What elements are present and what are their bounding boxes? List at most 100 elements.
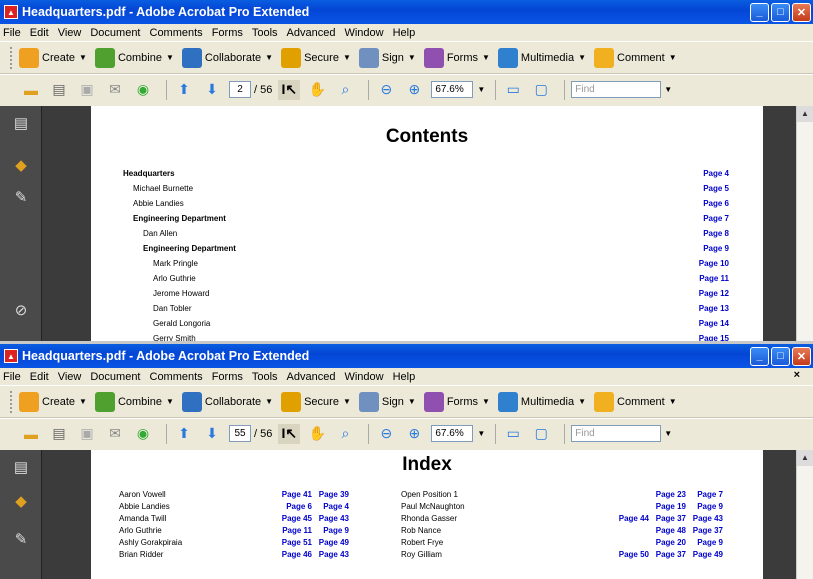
menu-comments[interactable]: Comments [150, 371, 203, 383]
folder-icon[interactable]: ▬ [20, 80, 42, 100]
index-page-link[interactable]: Page 49 [693, 550, 723, 559]
globe-icon[interactable]: ◉ [132, 424, 154, 444]
forms-button[interactable]: Forms ▼ [423, 47, 490, 68]
index-page-link[interactable]: Page 37 [656, 514, 686, 523]
arrow-down-icon[interactable]: ⬇ [201, 424, 223, 444]
comment-button[interactable]: Comment ▼ [594, 47, 677, 68]
index-page-link[interactable]: Page 11 [282, 526, 312, 535]
email-icon[interactable]: ✉ [104, 80, 126, 100]
index-page-link[interactable]: Page 6 [286, 502, 312, 511]
index-page-link[interactable]: Page 43 [319, 550, 349, 559]
index-page-link[interactable]: Page 48 [656, 526, 686, 535]
index-page-link[interactable]: Page 50 [619, 550, 649, 559]
toc-page-link[interactable]: Page 14 [699, 319, 729, 328]
index-page-link[interactable]: Page 19 [656, 502, 686, 511]
menu-tools[interactable]: Tools [252, 371, 278, 383]
secure-button[interactable]: Secure ▼ [281, 47, 351, 68]
pages-icon[interactable]: ▤ [11, 458, 31, 478]
close-button[interactable]: ✕ [792, 2, 811, 22]
index-page-link[interactable]: Page 20 [656, 538, 686, 547]
index-page-link[interactable]: Page 43 [693, 514, 723, 523]
secure-button[interactable]: Secure ▼ [281, 391, 351, 412]
maximize-button[interactable]: □ [771, 346, 790, 366]
print-icon[interactable]: ▤ [48, 80, 70, 100]
create-button[interactable]: Create ▼ [19, 47, 87, 68]
multimedia-button[interactable]: Multimedia ▼ [497, 391, 586, 412]
toc-page-link[interactable]: Page 13 [699, 304, 729, 313]
menu-file[interactable]: File [3, 27, 21, 39]
menu-window[interactable]: Window [344, 371, 383, 383]
folder-icon[interactable]: ▬ [20, 424, 42, 444]
zoom-out-icon[interactable]: ⊖ [375, 80, 397, 100]
index-page-link[interactable]: Page 51 [282, 538, 312, 547]
combine-button[interactable]: Combine ▼ [94, 47, 174, 68]
comments-icon[interactable]: ◆ [11, 492, 31, 512]
attachment-icon[interactable]: ⊘ [11, 301, 31, 321]
index-page-link[interactable]: Page 37 [693, 526, 723, 535]
find-input[interactable]: Find [571, 425, 662, 442]
index-page-link[interactable]: Page 9 [697, 538, 723, 547]
zoom-in-icon[interactable]: ⊕ [403, 424, 425, 444]
index-page-link[interactable]: Page 39 [319, 490, 349, 499]
sign-button[interactable]: Sign ▼ [358, 47, 416, 68]
comment-button[interactable]: Comment ▼ [594, 391, 677, 412]
toc-page-link[interactable]: Page 12 [699, 289, 729, 298]
fit-width-icon[interactable]: ▭ [502, 424, 524, 444]
chevron-down-icon[interactable]: ▼ [664, 429, 672, 438]
zoom-out-icon[interactable]: ⊖ [375, 424, 397, 444]
menu-advanced[interactable]: Advanced [287, 371, 336, 383]
print-icon[interactable]: ▤ [48, 424, 70, 444]
menu-document[interactable]: Document [90, 27, 140, 39]
signatures-icon[interactable]: ✎ [11, 530, 31, 550]
menu-document[interactable]: Document [90, 371, 140, 383]
chevron-down-icon[interactable]: ▼ [477, 429, 485, 438]
index-page-link[interactable]: Page 9 [323, 526, 349, 535]
toc-page-link[interactable]: Page 7 [703, 214, 729, 223]
save-icon[interactable]: ▣ [76, 80, 98, 100]
comments-icon[interactable]: ◆ [11, 156, 31, 176]
menu-tools[interactable]: Tools [252, 27, 278, 39]
toc-page-link[interactable]: Page 5 [703, 184, 729, 193]
zoom-icon[interactable]: ⌕ [334, 424, 356, 444]
vertical-scrollbar[interactable]: ▲ [796, 106, 813, 341]
collaborate-button[interactable]: Collaborate ▼ [181, 47, 273, 68]
index-page-link[interactable]: Page 37 [656, 550, 686, 559]
toc-page-link[interactable]: Page 15 [699, 334, 729, 341]
close-document-icon[interactable]: × [794, 369, 800, 381]
combine-button[interactable]: Combine ▼ [94, 391, 174, 412]
minimize-button[interactable]: _ [750, 346, 769, 366]
close-button[interactable]: ✕ [792, 346, 811, 366]
index-page-link[interactable]: Page 9 [697, 502, 723, 511]
arrow-down-icon[interactable]: ⬇ [201, 80, 223, 100]
index-page-link[interactable]: Page 46 [282, 550, 312, 559]
select-tool-icon[interactable]: I↖ [278, 423, 301, 444]
minimize-button[interactable]: _ [750, 2, 769, 22]
select-tool-icon[interactable]: I↖ [278, 79, 301, 100]
collaborate-button[interactable]: Collaborate ▼ [181, 391, 273, 412]
pages-icon[interactable]: ▤ [11, 114, 31, 134]
index-page-link[interactable]: Page 7 [697, 490, 723, 499]
menu-window[interactable]: Window [344, 27, 383, 39]
menu-forms[interactable]: Forms [212, 27, 243, 39]
menu-comments[interactable]: Comments [150, 27, 203, 39]
toc-page-link[interactable]: Page 4 [703, 169, 729, 178]
index-page-link[interactable]: Page 45 [282, 514, 312, 523]
signatures-icon[interactable]: ✎ [11, 188, 31, 208]
index-page-link[interactable]: Page 41 [282, 490, 312, 499]
chevron-down-icon[interactable]: ▼ [477, 85, 485, 94]
scroll-up-icon[interactable]: ▲ [797, 450, 813, 466]
sign-button[interactable]: Sign ▼ [358, 391, 416, 412]
menu-edit[interactable]: Edit [30, 27, 49, 39]
fit-width-icon[interactable]: ▭ [502, 80, 524, 100]
zoom-input[interactable]: 67.6% [431, 425, 474, 442]
zoom-icon[interactable]: ⌕ [334, 80, 356, 100]
toc-page-link[interactable]: Page 9 [703, 244, 729, 253]
toc-page-link[interactable]: Page 11 [699, 274, 729, 283]
menu-edit[interactable]: Edit [30, 371, 49, 383]
toolbar-grip[interactable] [10, 46, 13, 69]
index-page-link[interactable]: Page 43 [319, 514, 349, 523]
toc-page-link[interactable]: Page 8 [703, 229, 729, 238]
menu-file[interactable]: File [3, 371, 21, 383]
menu-help[interactable]: Help [393, 27, 416, 39]
fit-page-icon[interactable]: ▢ [530, 80, 552, 100]
